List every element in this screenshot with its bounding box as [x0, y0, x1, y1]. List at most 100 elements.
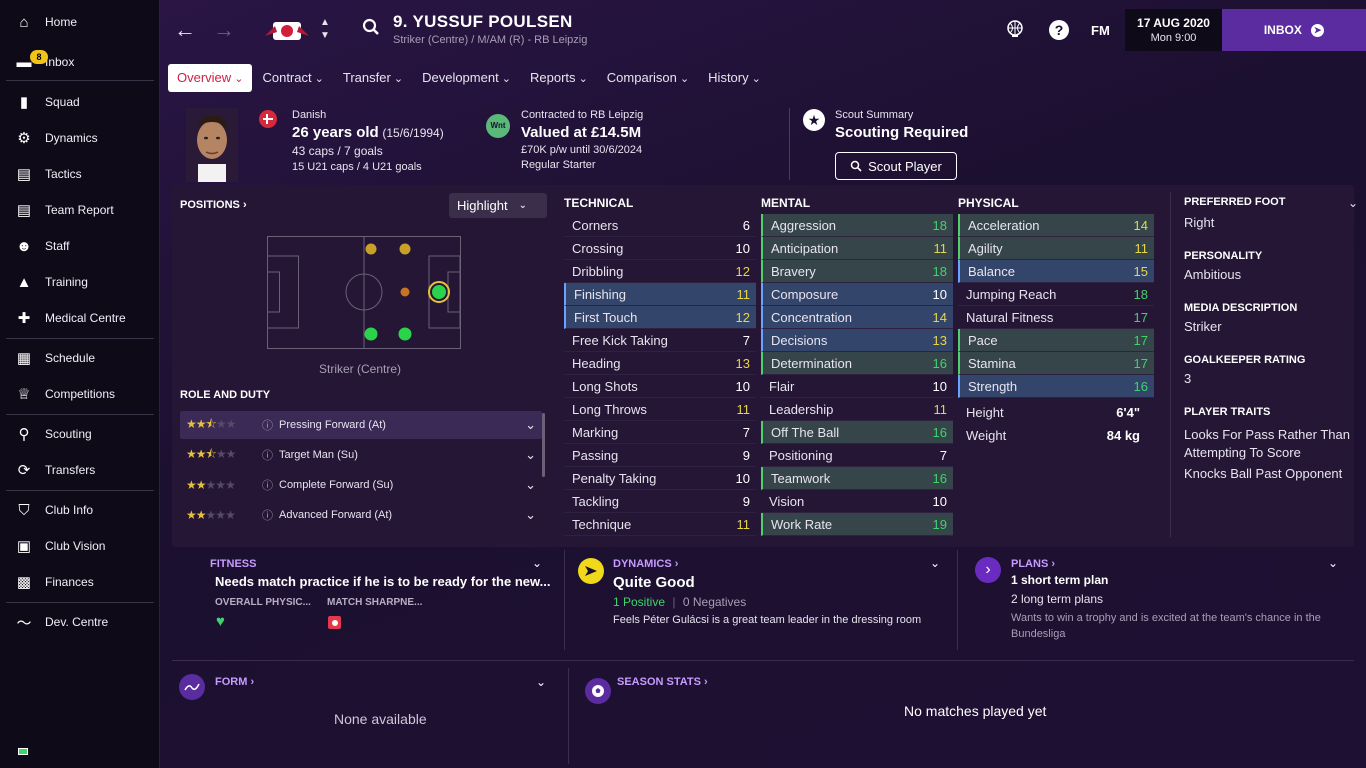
back-arrow-icon[interactable]: ←	[174, 17, 196, 43]
help-icon[interactable]: ?	[1049, 20, 1069, 40]
attribute-row[interactable]: Technique 11	[564, 513, 756, 536]
globe-icon[interactable]	[1006, 20, 1024, 41]
attribute-row[interactable]: Composure 10	[761, 283, 953, 306]
attribute-row[interactable]: Balance 15	[958, 260, 1154, 283]
chevron-down-icon[interactable]: ⌄	[525, 477, 536, 493]
sidebar-item-training[interactable]: ▲ Training	[0, 265, 155, 299]
attribute-row[interactable]: Agility 11	[958, 237, 1154, 260]
role-row[interactable]: ★★⯪★★ ⓘ Pressing Forward (At) ⌄	[180, 411, 542, 439]
sidebar-item-staff[interactable]: ☻ Staff	[0, 229, 155, 263]
info-icon[interactable]: ⓘ	[262, 447, 273, 463]
tab-contract[interactable]: Contract ⌄	[253, 64, 332, 92]
attribute-row[interactable]: Natural Fitness 17	[958, 306, 1154, 329]
search-icon[interactable]	[362, 18, 380, 39]
scout-player-button[interactable]: Scout Player	[835, 152, 957, 180]
attribute-row[interactable]: Long Throws 11	[564, 398, 756, 421]
sidebar-item-inbox[interactable]: ▬ 8 Inbox	[0, 45, 155, 79]
dynamics-card[interactable]: DYNAMICS › ⌄ Quite Good 1 Positive | 0 N…	[566, 552, 954, 652]
info-icon[interactable]: ⓘ	[262, 417, 273, 433]
attribute-row[interactable]: Anticipation 11	[761, 237, 953, 260]
info-icon[interactable]: ⓘ	[262, 507, 273, 523]
attribute-row[interactable]: Bravery 18	[761, 260, 953, 283]
attribute-row[interactable]: Stamina 17	[958, 352, 1154, 375]
chevron-down-icon[interactable]: ⌄	[525, 447, 536, 463]
attribute-row[interactable]: Strength 16	[958, 375, 1154, 398]
attribute-row[interactable]: Jumping Reach 18	[958, 283, 1154, 306]
sidebar-item-dev-centre[interactable]: 〜 Dev. Centre	[0, 605, 155, 639]
sidebar-item-team-report[interactable]: ▤ Team Report	[0, 193, 155, 227]
sidebar-item-tactics[interactable]: ▤ Tactics	[0, 157, 155, 191]
attribute-row[interactable]: Teamwork 16	[761, 467, 953, 490]
attribute-row[interactable]: Crossing 10	[564, 237, 756, 260]
sidebar-item-transfers[interactable]: ⟳ Transfers	[0, 453, 155, 487]
attribute-row[interactable]: Determination 16	[761, 352, 953, 375]
attribute-row[interactable]: Passing 9	[564, 444, 756, 467]
attribute-row[interactable]: Heading 13	[564, 352, 756, 375]
chevron-down-icon[interactable]: ⌄	[536, 675, 546, 689]
club-badge[interactable]	[263, 20, 311, 42]
sidebar-item-competitions[interactable]: ♕ Competitions	[0, 377, 155, 411]
tab-development[interactable]: Development ⌄	[413, 64, 520, 92]
chevron-down-icon[interactable]: ⌄	[1328, 556, 1338, 570]
attribute-row[interactable]: Work Rate 19	[761, 513, 953, 536]
tab-transfer[interactable]: Transfer ⌄	[334, 64, 412, 92]
sidebar-item-scouting[interactable]: ⚲ Scouting	[0, 417, 155, 451]
sidebar-item-club-info[interactable]: ⛉ Club Info	[0, 493, 155, 527]
attribute-row[interactable]: Acceleration 14	[958, 214, 1154, 237]
sidebar-item-club-vision[interactable]: ▣ Club Vision	[0, 529, 155, 563]
chevron-down-icon[interactable]: ⌄	[930, 556, 940, 570]
form-card[interactable]: FORM › ⌄ None available	[172, 664, 558, 764]
attribute-row[interactable]: Pace 17	[958, 329, 1154, 352]
tab-overview[interactable]: Overview ⌄	[168, 64, 253, 92]
attribute-row[interactable]: Flair 10	[761, 375, 953, 398]
attribute-row[interactable]: Penalty Taking 10	[564, 467, 756, 490]
info-icon[interactable]: ⓘ	[262, 477, 273, 493]
attribute-row[interactable]: Off The Ball 16	[761, 421, 953, 444]
attribute-row[interactable]: First Touch 12	[564, 306, 756, 329]
attribute-row[interactable]: Aggression 18	[761, 214, 953, 237]
sidebar-item-schedule[interactable]: ▦ Schedule	[0, 341, 155, 375]
chevron-down-icon[interactable]: ⌄	[532, 556, 542, 570]
plans-card[interactable]: › PLANS › ⌄ 1 short term plan 2 long ter…	[960, 552, 1354, 652]
fitness-card[interactable]: FITNESS ⌄ Needs match practice if he is …	[172, 552, 554, 652]
role-row[interactable]: ★★★★★ ⓘ Complete Forward (Su) ⌄	[180, 471, 542, 499]
chevron-down-icon[interactable]: ⌄	[1348, 196, 1358, 210]
dynamics-status: Quite Good	[613, 574, 695, 591]
attribute-row[interactable]: Corners 6	[564, 214, 756, 237]
attribute-row[interactable]: Dribbling 12	[564, 260, 756, 283]
attribute-row[interactable]: Vision 10	[761, 490, 953, 513]
attribute-row[interactable]: Concentration 14	[761, 306, 953, 329]
attribute-row[interactable]: Marking 7	[564, 421, 756, 444]
forward-arrow-icon[interactable]: →	[213, 17, 235, 43]
tab-comparison[interactable]: Comparison ⌄	[598, 64, 698, 92]
attribute-row[interactable]: Free Kick Taking 7	[564, 329, 756, 352]
finance-icon: ▩	[16, 574, 32, 591]
season-stats-card[interactable]: SEASON STATS › No matches played yet	[572, 664, 1354, 764]
highlight-dropdown[interactable]: Highlight ⌄	[449, 193, 547, 218]
role-row[interactable]: ★★★★★ ⓘ Advanced Forward (At) ⌄	[180, 501, 542, 529]
fm-menu-button[interactable]: FM	[1091, 23, 1110, 38]
role-row[interactable]: ★★⯪★★ ⓘ Target Man (Su) ⌄	[180, 441, 542, 469]
attribute-row[interactable]: Long Shots 10	[564, 375, 756, 398]
sidebar-item-finances[interactable]: ▩ Finances	[0, 565, 155, 599]
attribute-name: Teamwork	[771, 470, 831, 486]
positions-title[interactable]: POSITIONS ›	[180, 199, 247, 211]
attribute-row[interactable]: Leadership 11	[761, 398, 953, 421]
role-scrollbar[interactable]	[542, 413, 545, 477]
tab-reports[interactable]: Reports ⌄	[521, 64, 597, 92]
attribute-row[interactable]: Tackling 9	[564, 490, 756, 513]
sidebar-item-dynamics[interactable]: ⚙ Dynamics	[0, 121, 155, 155]
chevron-down-icon[interactable]: ⌄	[525, 417, 536, 433]
inbox-continue-button[interactable]: INBOX ➤	[1222, 9, 1366, 51]
chevron-down-icon[interactable]: ⌄	[525, 507, 536, 523]
attribute-row[interactable]: Finishing 11	[564, 283, 756, 306]
attribute-row[interactable]: Decisions 13	[761, 329, 953, 352]
sidebar-item-medical-centre[interactable]: ✚ Medical Centre	[0, 301, 155, 335]
player-switch-arrows[interactable]: ▲ ▼	[320, 16, 330, 42]
sidebar-item-squad[interactable]: ▮ Squad	[0, 85, 155, 119]
tab-history[interactable]: History ⌄	[699, 64, 770, 92]
sidebar-item-home[interactable]: ⌂ Home	[0, 5, 155, 39]
attribute-row[interactable]: Positioning 7	[761, 444, 953, 467]
physical-title: PHYSICAL	[958, 196, 1019, 210]
date-display[interactable]: 17 AUG 2020 Mon 9:00	[1125, 9, 1222, 51]
